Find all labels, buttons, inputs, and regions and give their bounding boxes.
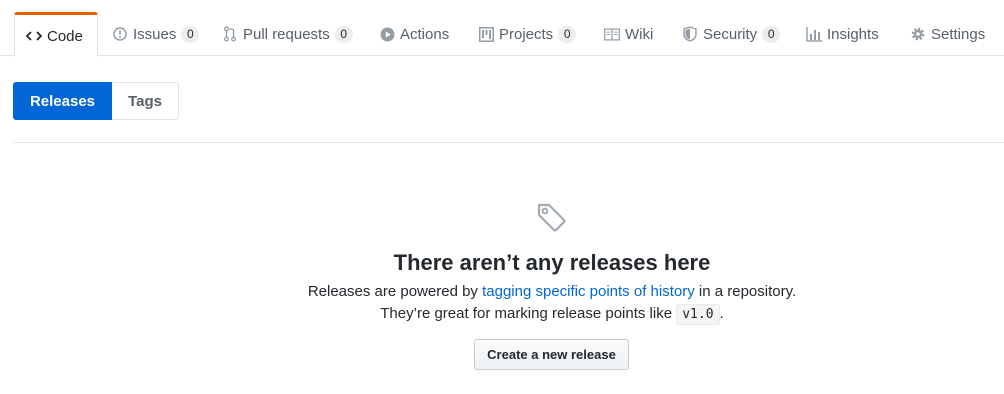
tab-actions[interactable]: Actions [379, 12, 449, 56]
security-counter: 0 [762, 25, 781, 43]
play-icon [379, 26, 395, 42]
shield-icon [682, 26, 698, 42]
tagging-docs-link[interactable]: tagging specific points of history [482, 283, 695, 300]
blankslate-hint: They’re great for marking release points… [0, 304, 1004, 325]
tab-issues[interactable]: Issues 0 [112, 12, 200, 56]
tab-label: Settings [931, 25, 986, 43]
description-text: in a repository. [694, 283, 797, 300]
releases-subnav: Releases Tags [13, 82, 179, 120]
project-icon [478, 26, 494, 42]
tab-label: Wiki [625, 25, 654, 43]
description-text: Releases are powered by [307, 283, 483, 300]
gear-icon [910, 26, 926, 42]
tab-settings[interactable]: Settings [910, 12, 985, 56]
tab-label: Actions [400, 25, 450, 43]
issues-counter: 0 [181, 25, 200, 43]
tag-icon [535, 201, 567, 233]
tags-tab[interactable]: Tags [112, 82, 179, 120]
tab-insights[interactable]: Insights [806, 12, 879, 56]
tab-label: Insights [827, 25, 879, 43]
hint-text: They’re great for marking release points… [380, 305, 677, 322]
tab-label: Projects [499, 25, 554, 43]
version-code: v1.0 [676, 304, 720, 325]
tab-label: Issues [133, 25, 177, 43]
create-release-button[interactable]: Create a new release [474, 339, 629, 370]
tab-security[interactable]: Security 0 [682, 12, 781, 56]
tab-label: Pull requests [243, 25, 330, 43]
tab-label: Code [47, 27, 83, 45]
issue-icon [112, 26, 128, 42]
divider [13, 142, 1004, 143]
pull-request-icon [222, 26, 238, 42]
tab-projects[interactable]: Projects 0 [478, 12, 577, 56]
tab-code[interactable]: Code [14, 12, 98, 57]
tab-pull-requests[interactable]: Pull requests 0 [222, 12, 353, 56]
graph-icon [806, 26, 822, 42]
blankslate-description: Releases are powered by tagging specific… [0, 283, 1004, 300]
tab-label: Security [703, 25, 758, 43]
releases-tab[interactable]: Releases [13, 82, 112, 120]
hint-text: . [719, 305, 724, 322]
tab-wiki[interactable]: Wiki [604, 12, 653, 56]
pull-requests-counter: 0 [334, 25, 353, 43]
book-icon [604, 26, 620, 42]
code-icon [26, 28, 42, 44]
projects-counter: 0 [558, 25, 577, 43]
blankslate-title: There aren’t any releases here [393, 250, 711, 275]
repo-nav: Code Issues 0 Pull requests 0 Actions Pr… [0, 0, 1004, 57]
